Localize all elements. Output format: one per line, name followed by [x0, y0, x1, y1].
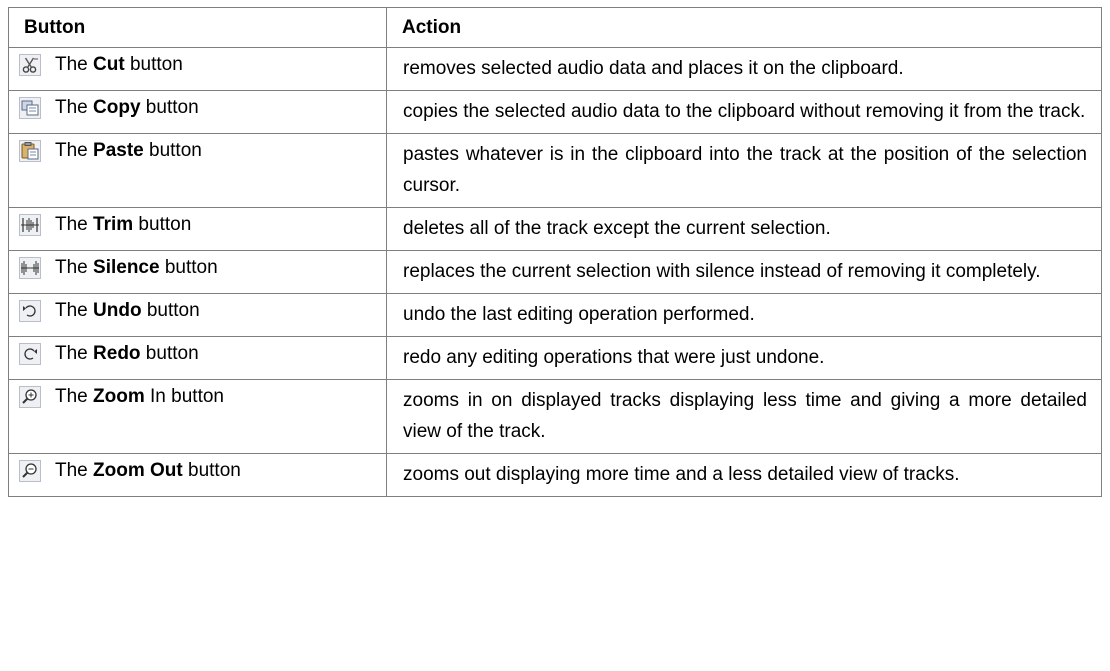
trim-icon — [19, 214, 41, 236]
action-text: undo the last editing operation performe… — [403, 304, 755, 325]
paste-icon — [19, 140, 41, 162]
button-label: The Copy button — [55, 97, 199, 118]
header-button-cell: Button — [8, 7, 387, 48]
header-action: Action — [402, 17, 462, 38]
button-reference-table: Button Action The Cut button removes sel… — [8, 7, 1102, 497]
button-label: The Paste button — [55, 140, 202, 161]
header-action-cell: Action — [386, 7, 1102, 48]
action-text: removes selected audio data and places i… — [403, 58, 904, 79]
action-text: replaces the current selection with sile… — [403, 261, 1041, 282]
action-cell: zooms in on displayed tracks displaying … — [386, 379, 1102, 454]
button-label: The Trim button — [55, 214, 192, 235]
action-cell: redo any editing operations that were ju… — [386, 336, 1102, 380]
action-text: copies the selected audio data to the cl… — [403, 101, 1086, 122]
cut-icon — [19, 54, 41, 76]
table-row: The Trim button deletes all of the track… — [8, 207, 1102, 251]
table-row: The Cut button removes selected audio da… — [8, 47, 1102, 91]
button-label: The Zoom Out button — [55, 460, 241, 481]
table-row: The Copy button copies the selected audi… — [8, 90, 1102, 134]
button-cell: The Silence button — [8, 250, 387, 294]
table-row: The Zoom In button zooms in on displayed… — [8, 379, 1102, 454]
action-text: deletes all of the track except the curr… — [403, 218, 831, 239]
table-row: The Zoom Out button zooms out displaying… — [8, 453, 1102, 497]
button-cell: The Redo button — [8, 336, 387, 380]
button-label: The Undo button — [55, 300, 200, 321]
action-cell: deletes all of the track except the curr… — [386, 207, 1102, 251]
table-row: The Silence button replaces the current … — [8, 250, 1102, 294]
header-button: Button — [24, 17, 86, 38]
action-cell: removes selected audio data and places i… — [386, 47, 1102, 91]
button-label: The Silence button — [55, 257, 218, 278]
button-cell: The Zoom Out button — [8, 453, 387, 497]
action-cell: pastes whatever is in the clipboard into… — [386, 133, 1102, 208]
button-label: The Redo button — [55, 343, 199, 364]
action-cell: replaces the current selection with sile… — [386, 250, 1102, 294]
table-row: The Paste button pastes whatever is in t… — [8, 133, 1102, 208]
button-label: The Cut button — [55, 54, 183, 75]
copy-icon — [19, 97, 41, 119]
redo-icon — [19, 343, 41, 365]
action-cell: undo the last editing operation performe… — [386, 293, 1102, 337]
silence-icon — [19, 257, 41, 279]
action-cell: zooms out displaying more time and a les… — [386, 453, 1102, 497]
button-cell: The Paste button — [8, 133, 387, 208]
zoom-out-icon — [19, 460, 41, 482]
action-text: zooms out displaying more time and a les… — [403, 464, 960, 485]
table-row: The Undo button undo the last editing op… — [8, 293, 1102, 337]
table-row: The Redo button redo any editing operati… — [8, 336, 1102, 380]
action-text: zooms in on displayed tracks displaying … — [403, 390, 1087, 442]
button-cell: The Trim button — [8, 207, 387, 251]
button-cell: The Zoom In button — [8, 379, 387, 454]
table-header-row: Button Action — [8, 7, 1102, 48]
action-cell: copies the selected audio data to the cl… — [386, 90, 1102, 134]
button-label: The Zoom In button — [55, 386, 224, 407]
zoom-in-icon — [19, 386, 41, 408]
action-text: pastes whatever is in the clipboard into… — [403, 144, 1087, 196]
action-text: redo any editing operations that were ju… — [403, 347, 825, 368]
button-cell: The Undo button — [8, 293, 387, 337]
button-cell: The Cut button — [8, 47, 387, 91]
button-cell: The Copy button — [8, 90, 387, 134]
undo-icon — [19, 300, 41, 322]
